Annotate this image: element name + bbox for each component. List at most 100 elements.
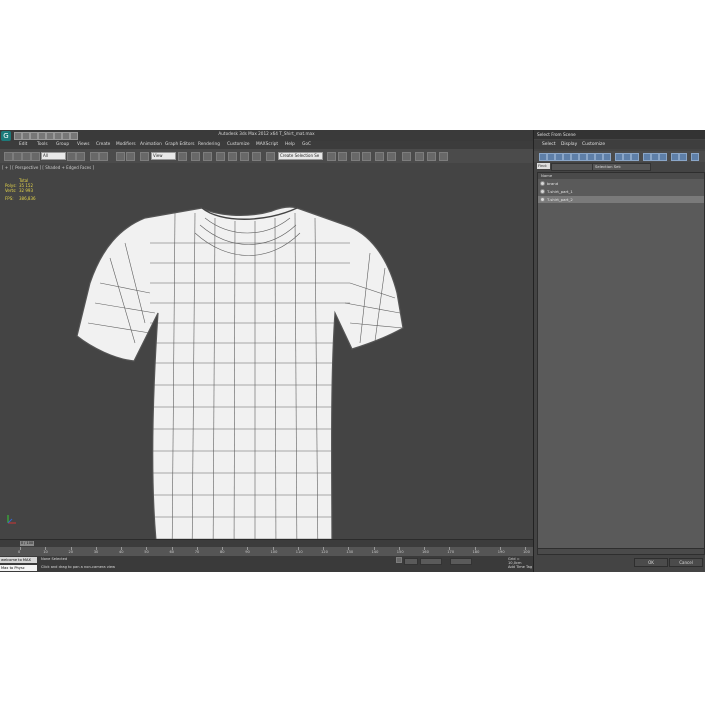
lock-selection-icon[interactable] bbox=[396, 557, 402, 563]
dialog-menu-customize[interactable]: Customize bbox=[582, 142, 605, 147]
schematic-view-icon[interactable] bbox=[387, 152, 396, 161]
display-none-icon[interactable] bbox=[623, 153, 631, 161]
list-item-label: T-shirt_part_1 bbox=[547, 189, 573, 194]
perspective-viewport[interactable]: [ + ] [ Perspective ] [ Shaded + Edged F… bbox=[0, 163, 533, 539]
z-coordinate-field[interactable] bbox=[450, 558, 472, 565]
find-input[interactable] bbox=[551, 163, 593, 171]
select-manipulate-icon[interactable] bbox=[191, 152, 200, 161]
timeline-tick-label: 140 bbox=[371, 550, 379, 554]
display-geometry-icon[interactable] bbox=[539, 153, 547, 161]
dialog-menu-select[interactable]: Select bbox=[542, 142, 556, 147]
list-header-name[interactable]: Name bbox=[538, 173, 704, 179]
list-horizontal-scrollbar[interactable] bbox=[537, 548, 705, 555]
select-all-icon[interactable] bbox=[643, 153, 651, 161]
rendered-frame-window-icon[interactable] bbox=[427, 152, 436, 161]
display-groups-icon[interactable] bbox=[587, 153, 595, 161]
sync-selection-icon[interactable] bbox=[671, 153, 679, 161]
select-invert-icon[interactable] bbox=[659, 153, 667, 161]
add-time-tag[interactable]: Add Time Tag bbox=[508, 565, 532, 569]
bind-space-warp-icon[interactable] bbox=[31, 152, 40, 161]
move-icon[interactable] bbox=[116, 152, 125, 161]
scene-object-list[interactable]: Name brand T-shirt_part_1 T-shirt_part_2 bbox=[537, 172, 705, 550]
list-item[interactable]: T-shirt_part_1 bbox=[538, 188, 704, 195]
render-setup-icon[interactable] bbox=[415, 152, 424, 161]
menu-edit[interactable]: Edit bbox=[19, 142, 27, 147]
reference-coordinate-dropdown[interactable]: View bbox=[151, 152, 176, 160]
x-coordinate-field[interactable] bbox=[404, 558, 418, 565]
spinner-snap-icon[interactable] bbox=[252, 152, 261, 161]
select-dependents-icon[interactable] bbox=[679, 153, 687, 161]
menu-customize[interactable]: Customize bbox=[227, 142, 250, 147]
menu-animation[interactable]: Animation bbox=[140, 142, 162, 147]
display-spacewarps-icon[interactable] bbox=[579, 153, 587, 161]
percent-snap-icon[interactable] bbox=[240, 152, 249, 161]
maxscript-listener-field[interactable]: welcome to MAX bbox=[0, 557, 37, 563]
select-by-name-icon[interactable] bbox=[76, 152, 85, 161]
display-all-icon[interactable] bbox=[615, 153, 623, 161]
window-title: Autodesk 3ds Max 2012 x64 T_Shirt_mat.ma… bbox=[218, 131, 315, 136]
timeline-tick-label: 170 bbox=[447, 550, 455, 554]
timeline-tick-label: 120 bbox=[321, 550, 328, 554]
snap-toggle-icon[interactable] bbox=[216, 152, 225, 161]
render-production-icon[interactable] bbox=[439, 152, 448, 161]
menu-create[interactable]: Create bbox=[96, 142, 110, 147]
find-label: Find: bbox=[537, 163, 550, 169]
display-lights-icon[interactable] bbox=[555, 153, 563, 161]
display-bones-icon[interactable] bbox=[603, 153, 611, 161]
cancel-button[interactable]: Cancel bbox=[669, 558, 703, 567]
material-editor-icon[interactable] bbox=[402, 152, 411, 161]
undo-tool-icon[interactable] bbox=[4, 152, 13, 161]
rotate-icon[interactable] bbox=[126, 152, 135, 161]
dialog-menu-bar: Select Display Customize bbox=[534, 140, 705, 149]
time-slider[interactable]: 0 / 100 bbox=[20, 541, 34, 546]
display-cameras-icon[interactable] bbox=[563, 153, 571, 161]
ok-button[interactable]: OK bbox=[634, 558, 668, 567]
display-helpers-icon[interactable] bbox=[571, 153, 579, 161]
keyboard-shortcut-icon[interactable] bbox=[203, 152, 212, 161]
selection-filter-dropdown[interactable]: All bbox=[41, 152, 66, 160]
angle-snap-icon[interactable] bbox=[228, 152, 237, 161]
display-xrefs-icon[interactable] bbox=[595, 153, 603, 161]
menu-modifiers[interactable]: Modifiers bbox=[116, 142, 136, 147]
dialog-menu-display[interactable]: Display bbox=[561, 142, 577, 147]
mirror-icon[interactable] bbox=[327, 152, 336, 161]
rect-selection-icon[interactable] bbox=[90, 152, 99, 161]
menu-maxscript[interactable]: MAXScript bbox=[256, 142, 278, 147]
object-icon bbox=[540, 197, 545, 202]
window-crossing-icon[interactable] bbox=[99, 152, 108, 161]
y-coordinate-field[interactable] bbox=[420, 558, 442, 565]
menu-help[interactable]: Help bbox=[285, 142, 295, 147]
list-item-selected[interactable]: T-shirt_part_2 bbox=[538, 196, 704, 203]
display-invert-icon[interactable] bbox=[631, 153, 639, 161]
menu-views[interactable]: Views bbox=[77, 142, 89, 147]
layer-manager-icon[interactable] bbox=[351, 152, 360, 161]
named-selection-set-dropdown[interactable]: Create Selection Se bbox=[278, 152, 323, 160]
scale-icon[interactable] bbox=[140, 152, 149, 161]
graphite-ribbon-icon[interactable] bbox=[362, 152, 371, 161]
menu-graph-editors[interactable]: Graph Editors bbox=[165, 142, 195, 147]
align-icon[interactable] bbox=[338, 152, 347, 161]
unlink-icon[interactable] bbox=[22, 152, 31, 161]
filter-icon[interactable] bbox=[691, 153, 699, 161]
selection-set-dropdown[interactable]: Selection Set: bbox=[592, 163, 651, 171]
pivot-icon[interactable] bbox=[178, 152, 187, 161]
menu-bar: Edit Tools Group Views Create Modifiers … bbox=[0, 141, 533, 149]
list-item[interactable]: brand bbox=[538, 180, 704, 187]
link-icon[interactable] bbox=[13, 152, 22, 161]
tshirt-mesh[interactable] bbox=[0, 163, 533, 539]
timeline-tick-label: 100 bbox=[523, 550, 530, 554]
menu-group[interactable]: Group bbox=[56, 142, 69, 147]
curve-editor-icon[interactable] bbox=[375, 152, 384, 161]
menu-rendering[interactable]: Rendering bbox=[198, 142, 220, 147]
timeline-tick-label: 60 bbox=[169, 550, 175, 554]
edit-named-selections-icon[interactable] bbox=[266, 152, 275, 161]
list-item-label: brand bbox=[547, 181, 559, 186]
object-icon bbox=[540, 189, 545, 194]
select-object-icon[interactable] bbox=[67, 152, 76, 161]
select-none-icon[interactable] bbox=[651, 153, 659, 161]
menu-goc[interactable]: GoC bbox=[302, 142, 311, 147]
maxscript-mini-listener[interactable]: Max to Physc bbox=[0, 565, 37, 571]
timeline-track[interactable]: 0 10 20 30 40 50 60 70 80 90 100 110 120 130 140 150 160… bbox=[0, 547, 533, 556]
display-shapes-icon[interactable] bbox=[547, 153, 555, 161]
menu-tools[interactable]: Tools bbox=[37, 142, 48, 147]
